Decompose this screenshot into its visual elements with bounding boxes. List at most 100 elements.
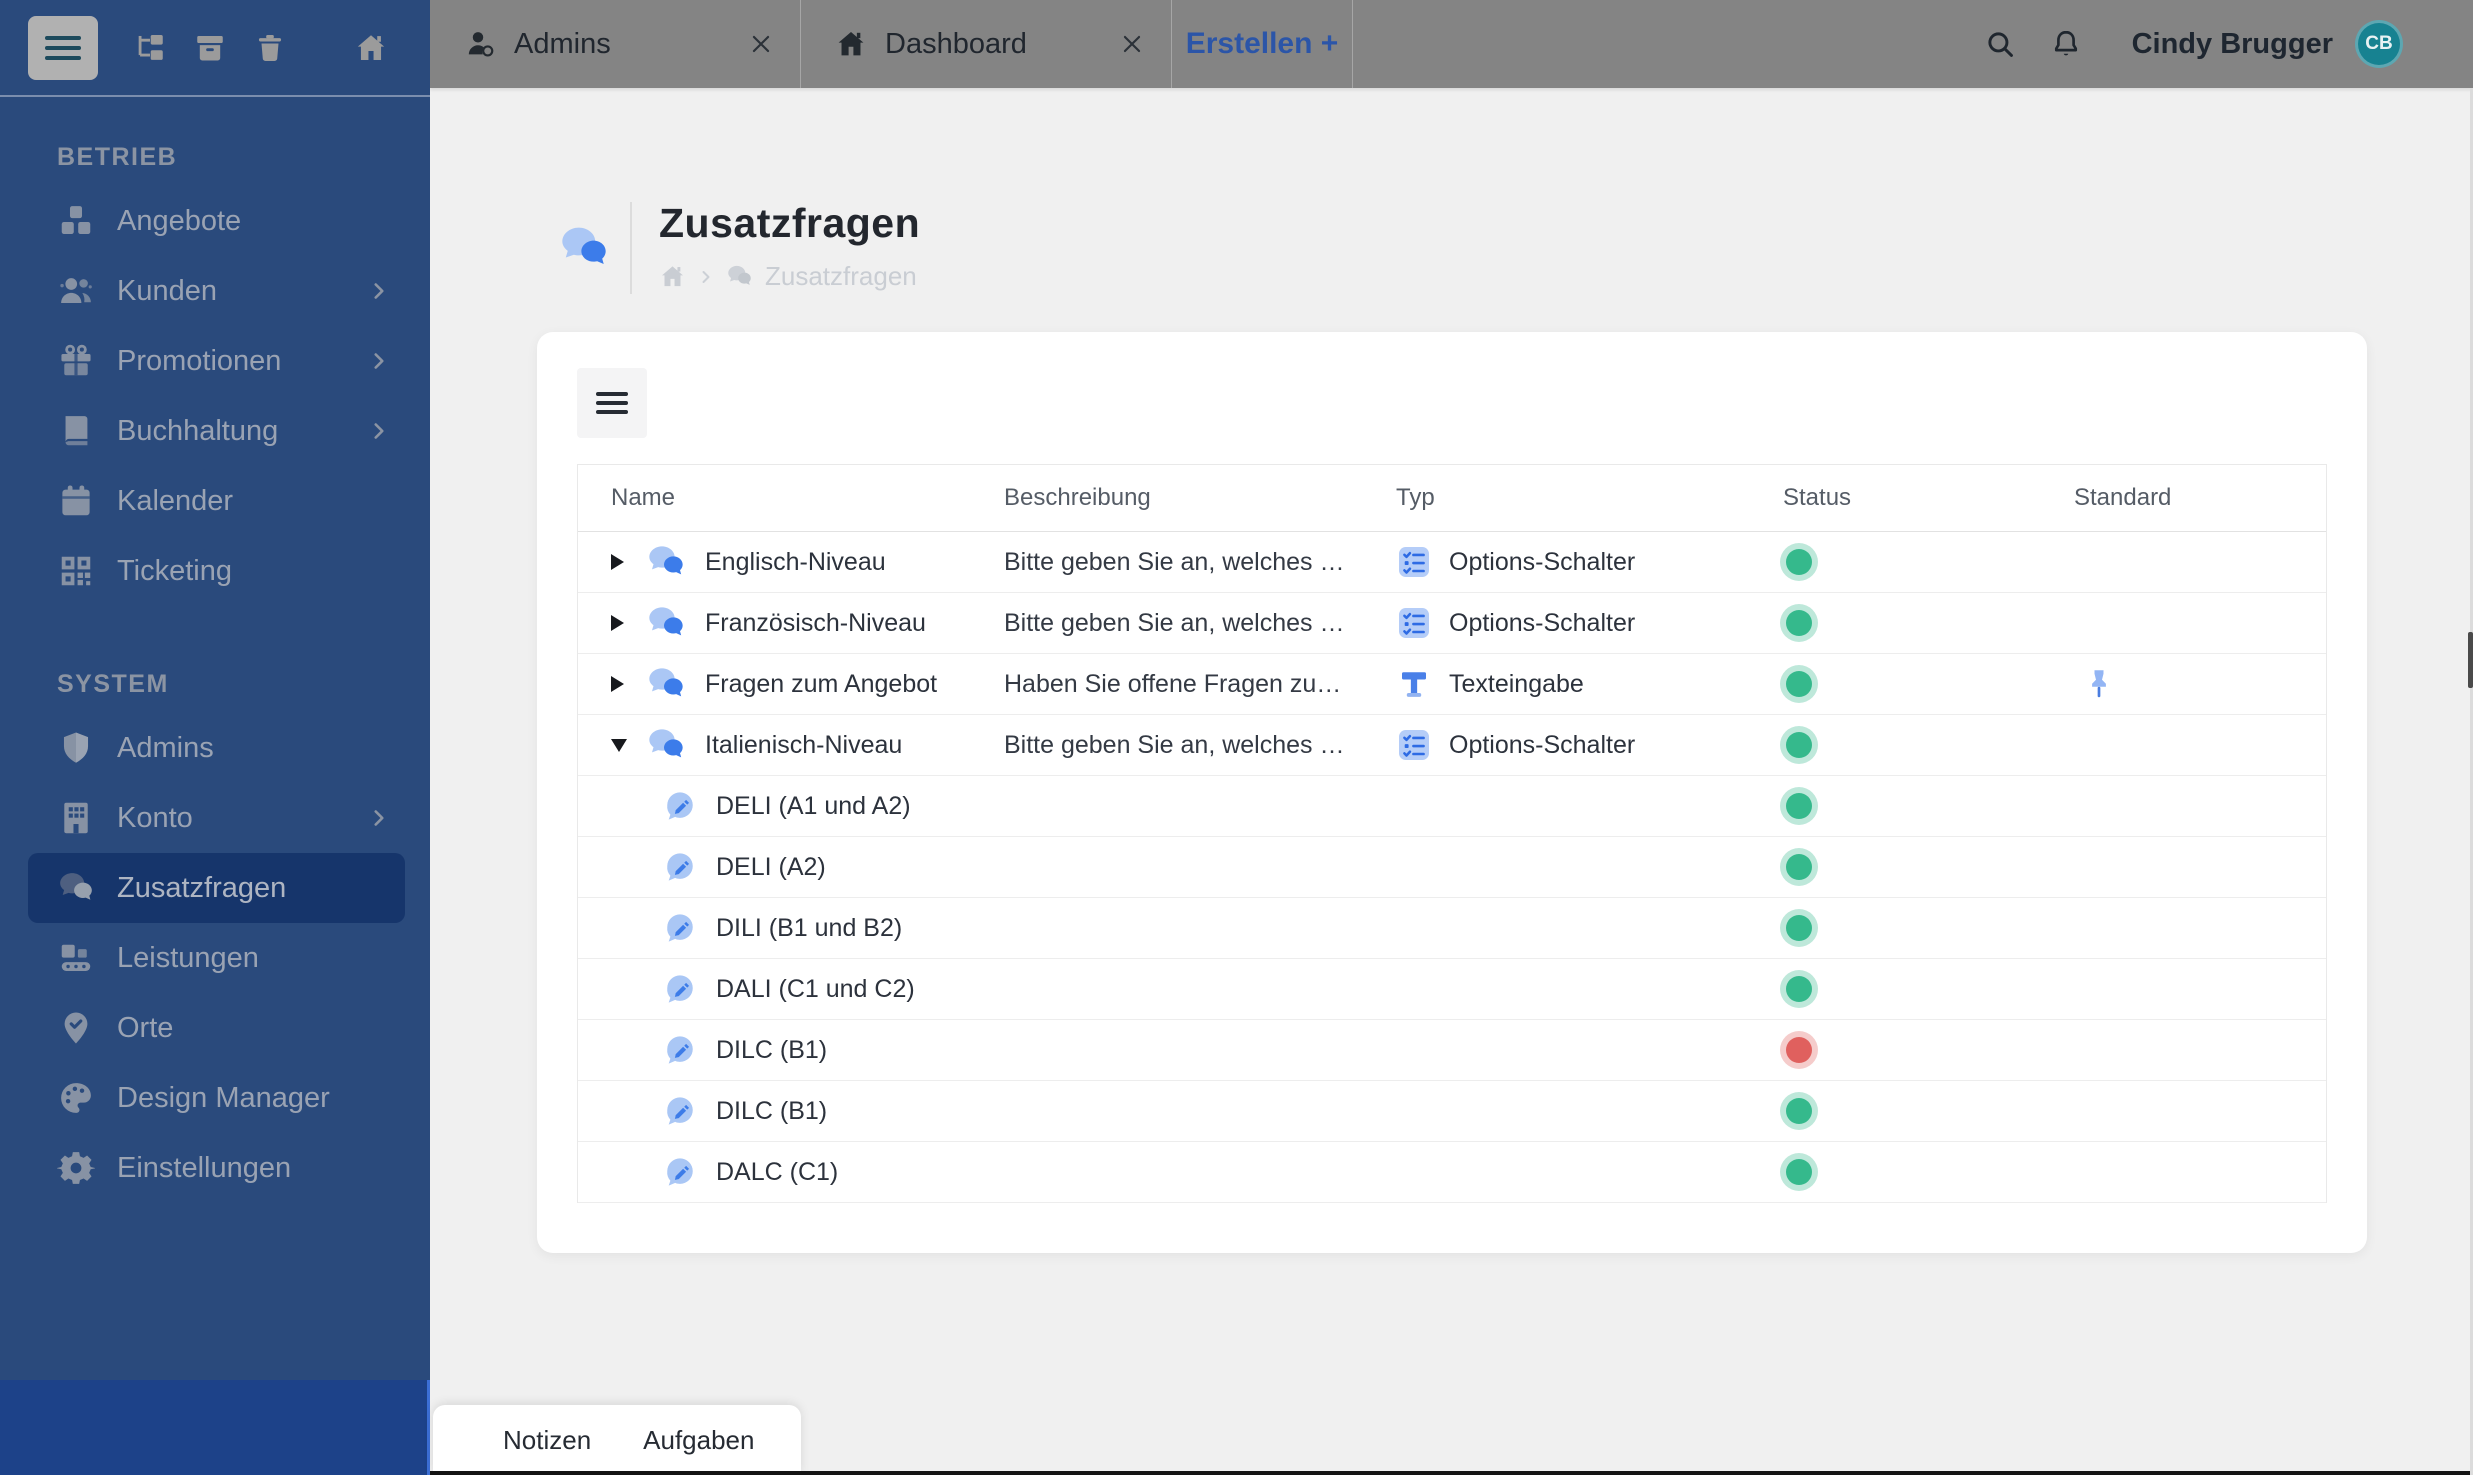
sidebar-toggle-button[interactable] bbox=[28, 15, 98, 80]
bell-icon[interactable] bbox=[2050, 28, 2082, 60]
row-type-bubble-icon bbox=[646, 603, 686, 643]
column-header-beschreibung[interactable]: Beschreibung bbox=[971, 484, 1363, 512]
sidebar-section-title: BETRIEB bbox=[57, 143, 178, 171]
row-name: DILC (B1) bbox=[716, 1096, 828, 1125]
search-icon[interactable] bbox=[1984, 28, 2016, 60]
table-row[interactable]: DELI (A1 und A2) bbox=[578, 776, 2326, 837]
expand-arrow-icon[interactable] bbox=[611, 738, 627, 752]
sitemap-icon[interactable] bbox=[133, 31, 167, 65]
home-icon[interactable] bbox=[659, 263, 686, 290]
status-badge[interactable] bbox=[1786, 976, 1812, 1002]
sidebar-item-kalender[interactable]: Kalender bbox=[0, 466, 430, 536]
row-type-bubble-icon bbox=[663, 1094, 697, 1128]
status-badge[interactable] bbox=[1786, 1098, 1812, 1124]
archive-icon[interactable] bbox=[193, 31, 227, 65]
sidebar-item-zusatzfragen[interactable]: Zusatzfragen bbox=[28, 853, 405, 923]
menu-icon bbox=[596, 387, 628, 419]
sidebar-item-angebote[interactable]: Angebote bbox=[0, 186, 430, 256]
status-badge[interactable] bbox=[1786, 915, 1812, 941]
breadcrumb-item[interactable]: Zusatzfragen bbox=[765, 261, 917, 292]
sidebar-section: BETRIEB Angebote Kunden Promotionen Buch… bbox=[0, 143, 430, 606]
sidebar-item-icon bbox=[57, 202, 95, 240]
status-badge[interactable] bbox=[1786, 793, 1812, 819]
tab-label: Erstellen + bbox=[1185, 27, 1339, 60]
sidebar-item-design-manager[interactable]: Design Manager bbox=[0, 1063, 430, 1133]
home-icon[interactable] bbox=[354, 31, 388, 65]
status-badge[interactable] bbox=[1786, 732, 1812, 758]
sidebar-item-kunden[interactable]: Kunden bbox=[0, 256, 430, 326]
close-icon[interactable] bbox=[748, 31, 774, 57]
sidebar-item-icon bbox=[57, 799, 95, 837]
tab-admins[interactable]: Admins bbox=[430, 0, 801, 88]
table-row[interactable]: Englisch-Niveau Bitte geben Sie an, welc… bbox=[578, 532, 2326, 593]
row-description: Haben Sie offene Fragen zu… bbox=[1004, 669, 1342, 698]
sidebar-item-orte[interactable]: Orte bbox=[0, 993, 430, 1063]
expand-arrow-icon[interactable] bbox=[611, 676, 625, 692]
table-row[interactable]: Fragen zum Angebot Haben Sie offene Frag… bbox=[578, 654, 2326, 715]
notes-button[interactable]: Notizen bbox=[477, 1425, 617, 1456]
sidebar-item-buchhaltung[interactable]: Buchhaltung bbox=[0, 396, 430, 466]
table-row[interactable]: DALI (C1 und C2) bbox=[578, 959, 2326, 1020]
sidebar-item-promotionen[interactable]: Promotionen bbox=[0, 326, 430, 396]
row-type-bubble-icon bbox=[646, 725, 686, 765]
topbar: Admins Dashboard Erstellen + Cindy Brugg… bbox=[430, 0, 2473, 88]
sidebar-item-label: Einstellungen bbox=[117, 1151, 292, 1184]
status-badge[interactable] bbox=[1786, 671, 1812, 697]
expand-arrow-icon[interactable] bbox=[611, 554, 625, 570]
sidebar-item-admins[interactable]: Admins bbox=[0, 713, 430, 783]
status-badge[interactable] bbox=[1786, 1159, 1812, 1185]
questions-table: Name Beschreibung Typ Status Standard En… bbox=[577, 464, 2327, 1203]
row-type-label: Texteingabe bbox=[1449, 669, 1584, 698]
tab-dashboard[interactable]: Dashboard bbox=[801, 0, 1172, 88]
sidebar-item-icon bbox=[57, 552, 95, 590]
chevron-right-icon bbox=[366, 348, 392, 374]
sidebar-item-label: Orte bbox=[117, 1011, 174, 1044]
pushpin-icon bbox=[2081, 666, 2117, 702]
row-type-bubble-icon bbox=[663, 911, 697, 945]
table-row[interactable]: DILC (B1) bbox=[578, 1020, 2326, 1081]
zusatzfragen-chat-icon bbox=[558, 222, 610, 274]
sidebar-item-icon bbox=[57, 412, 95, 450]
status-badge[interactable] bbox=[1786, 1037, 1812, 1063]
sidebar-item-label: Leistungen bbox=[117, 941, 259, 974]
sidebar-item-icon bbox=[57, 272, 95, 310]
row-name: Italienisch-Niveau bbox=[705, 730, 903, 759]
status-badge[interactable] bbox=[1786, 549, 1812, 575]
close-icon[interactable] bbox=[1119, 31, 1145, 57]
menu-icon bbox=[45, 30, 81, 66]
table-menu-button[interactable] bbox=[577, 368, 647, 438]
row-name: Englisch-Niveau bbox=[705, 547, 886, 576]
sidebar-item-leistungen[interactable]: Leistungen bbox=[0, 923, 430, 993]
sidebar-item-konto[interactable]: Konto bbox=[0, 783, 430, 853]
row-name: Französisch-Niveau bbox=[705, 608, 926, 637]
sidebar-item-einstellungen[interactable]: Einstellungen bbox=[0, 1133, 430, 1203]
column-header-standard[interactable]: Standard bbox=[2041, 484, 2328, 512]
tab-label: Dashboard bbox=[885, 27, 1027, 60]
column-header-typ[interactable]: Typ bbox=[1363, 484, 1750, 512]
row-description: Bitte geben Sie an, welches … bbox=[1004, 730, 1345, 759]
table-row[interactable]: DALC (C1) bbox=[578, 1142, 2326, 1203]
expand-arrow-icon[interactable] bbox=[611, 615, 625, 631]
tasks-button[interactable]: Aufgaben bbox=[617, 1425, 780, 1456]
table-row[interactable]: DELI (A2) bbox=[578, 837, 2326, 898]
scrollbar-thumb[interactable] bbox=[2468, 632, 2473, 688]
column-header-status[interactable]: Status bbox=[1750, 484, 2041, 512]
column-header-name[interactable]: Name bbox=[578, 484, 971, 512]
table-row[interactable]: DILC (B1) bbox=[578, 1081, 2326, 1142]
user-name[interactable]: Cindy Brugger bbox=[2132, 28, 2333, 61]
tab-erstellen[interactable]: Erstellen + bbox=[1172, 0, 1353, 88]
type-icon bbox=[1396, 544, 1432, 580]
table-row[interactable]: DILI (B1 und B2) bbox=[578, 898, 2326, 959]
row-type-label: Options-Schalter bbox=[1449, 730, 1636, 759]
sidebar-item-label: Buchhaltung bbox=[117, 414, 279, 447]
status-badge[interactable] bbox=[1786, 610, 1812, 636]
row-type-label: Options-Schalter bbox=[1449, 547, 1636, 576]
sidebar-item-ticketing[interactable]: Ticketing bbox=[0, 536, 430, 606]
trash-icon[interactable] bbox=[253, 31, 287, 65]
status-badge[interactable] bbox=[1786, 854, 1812, 880]
sidebar-item-label: Admins bbox=[117, 731, 214, 764]
table-row[interactable]: Französisch-Niveau Bitte geben Sie an, w… bbox=[578, 593, 2326, 654]
table-header: Name Beschreibung Typ Status Standard bbox=[578, 465, 2326, 532]
avatar[interactable]: CB bbox=[2355, 20, 2403, 68]
table-row[interactable]: Italienisch-Niveau Bitte geben Sie an, w… bbox=[578, 715, 2326, 776]
